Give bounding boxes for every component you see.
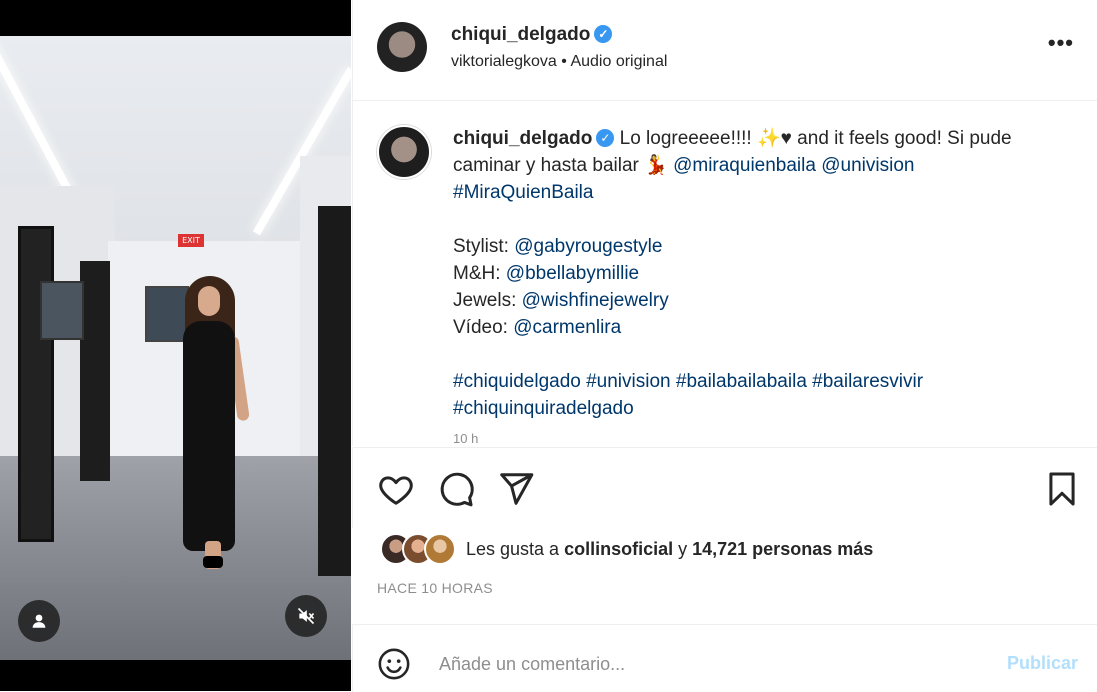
comment-icon[interactable]: [437, 470, 475, 508]
verified-badge-icon: ✓: [594, 25, 613, 43]
comment-bar: Publicar: [352, 624, 1097, 692]
video-scene-poster: [40, 281, 84, 340]
bookmark-icon[interactable]: [1043, 470, 1081, 508]
video-scene-door: [318, 206, 351, 576]
credit-label: Jewels:: [453, 290, 522, 311]
tagged-users-button[interactable]: [18, 600, 60, 642]
likes-text: Les gusta a collinsoficial y 14,721 pers…: [466, 539, 873, 560]
mute-toggle-button[interactable]: [285, 595, 327, 637]
share-icon[interactable]: [497, 470, 535, 508]
audio-attribution: viktorialegkova • Audio original: [451, 53, 667, 71]
mention-link[interactable]: @bbellabymillie: [506, 263, 639, 284]
avatar[interactable]: [377, 22, 427, 72]
mention-link[interactable]: @gabyrougestyle: [514, 236, 662, 257]
smiley-icon[interactable]: [377, 647, 411, 681]
verified-badge-icon: ✓: [596, 129, 615, 147]
action-bar: [352, 447, 1097, 528]
credit-label: Vídeo:: [453, 317, 514, 338]
video-person-dress: [183, 321, 235, 551]
caption-panel[interactable]: chiqui_delgado ✓ Lo logreeeee!!!! ✨♥ and …: [352, 101, 1097, 446]
post-timestamp[interactable]: HACE 10 HORAS: [377, 580, 493, 596]
caption-username-link[interactable]: chiqui_delgado: [453, 128, 592, 149]
video-person-face: [198, 286, 220, 316]
more-options-button[interactable]: •••: [1048, 30, 1074, 56]
video-person-shoe: [203, 556, 223, 568]
mention-link[interactable]: @miraquienbaila: [673, 155, 816, 176]
video-scene-poster: [145, 286, 189, 342]
caption-time: 10 h: [453, 431, 479, 446]
heart-icon[interactable]: [377, 470, 415, 508]
author-username-link[interactable]: chiqui_delgado: [451, 24, 590, 45]
audio-link[interactable]: Audio original: [570, 53, 667, 70]
hashtag-link[interactable]: #chiquidelgado #univision #bailabailabai…: [453, 371, 923, 392]
user-icon: [32, 614, 46, 628]
exit-sign: EXIT: [178, 234, 204, 247]
credit-label: Stylist:: [453, 236, 515, 257]
muted-speaker-icon: [297, 607, 315, 625]
mention-link[interactable]: @univision: [821, 155, 914, 176]
liker-username-link[interactable]: collinsoficial: [564, 539, 673, 559]
likes-middle: y: [673, 538, 693, 559]
mention-link[interactable]: @carmenlira: [513, 317, 621, 338]
separator-dot: •: [561, 53, 567, 70]
likes-count-link[interactable]: 14,721 personas más: [692, 539, 873, 559]
hashtag-link[interactable]: #MiraQuienBaila: [453, 182, 593, 203]
publish-button[interactable]: Publicar: [1007, 653, 1078, 674]
caption-gap: [453, 206, 1043, 233]
comment-input[interactable]: [437, 645, 961, 683]
video-player[interactable]: EXIT: [0, 0, 351, 691]
caption-gap: [453, 341, 1043, 368]
caption-avatar[interactable]: [377, 125, 431, 179]
mention-link[interactable]: @wishfinejewelry: [522, 290, 669, 311]
avatar: [424, 533, 456, 565]
video-frame[interactable]: EXIT: [0, 36, 351, 660]
credit-label: M&H:: [453, 263, 506, 284]
post-author: chiqui_delgado ✓: [451, 24, 613, 46]
likes-prefix: Les gusta a: [466, 538, 565, 559]
caption-text: chiqui_delgado ✓ Lo logreeeee!!!! ✨♥ and …: [453, 125, 1043, 422]
likes-summary[interactable]: Les gusta a collinsoficial y 14,721 pers…: [380, 533, 873, 565]
post-header: chiqui_delgado ✓ viktorialegkova • Audio …: [352, 0, 1097, 101]
video-scene-door: [80, 261, 110, 481]
video-scene-door: [18, 226, 54, 542]
audio-user-link[interactable]: viktorialegkova: [451, 53, 557, 70]
hashtag-link[interactable]: #chiquinquiradelgado: [453, 398, 634, 419]
